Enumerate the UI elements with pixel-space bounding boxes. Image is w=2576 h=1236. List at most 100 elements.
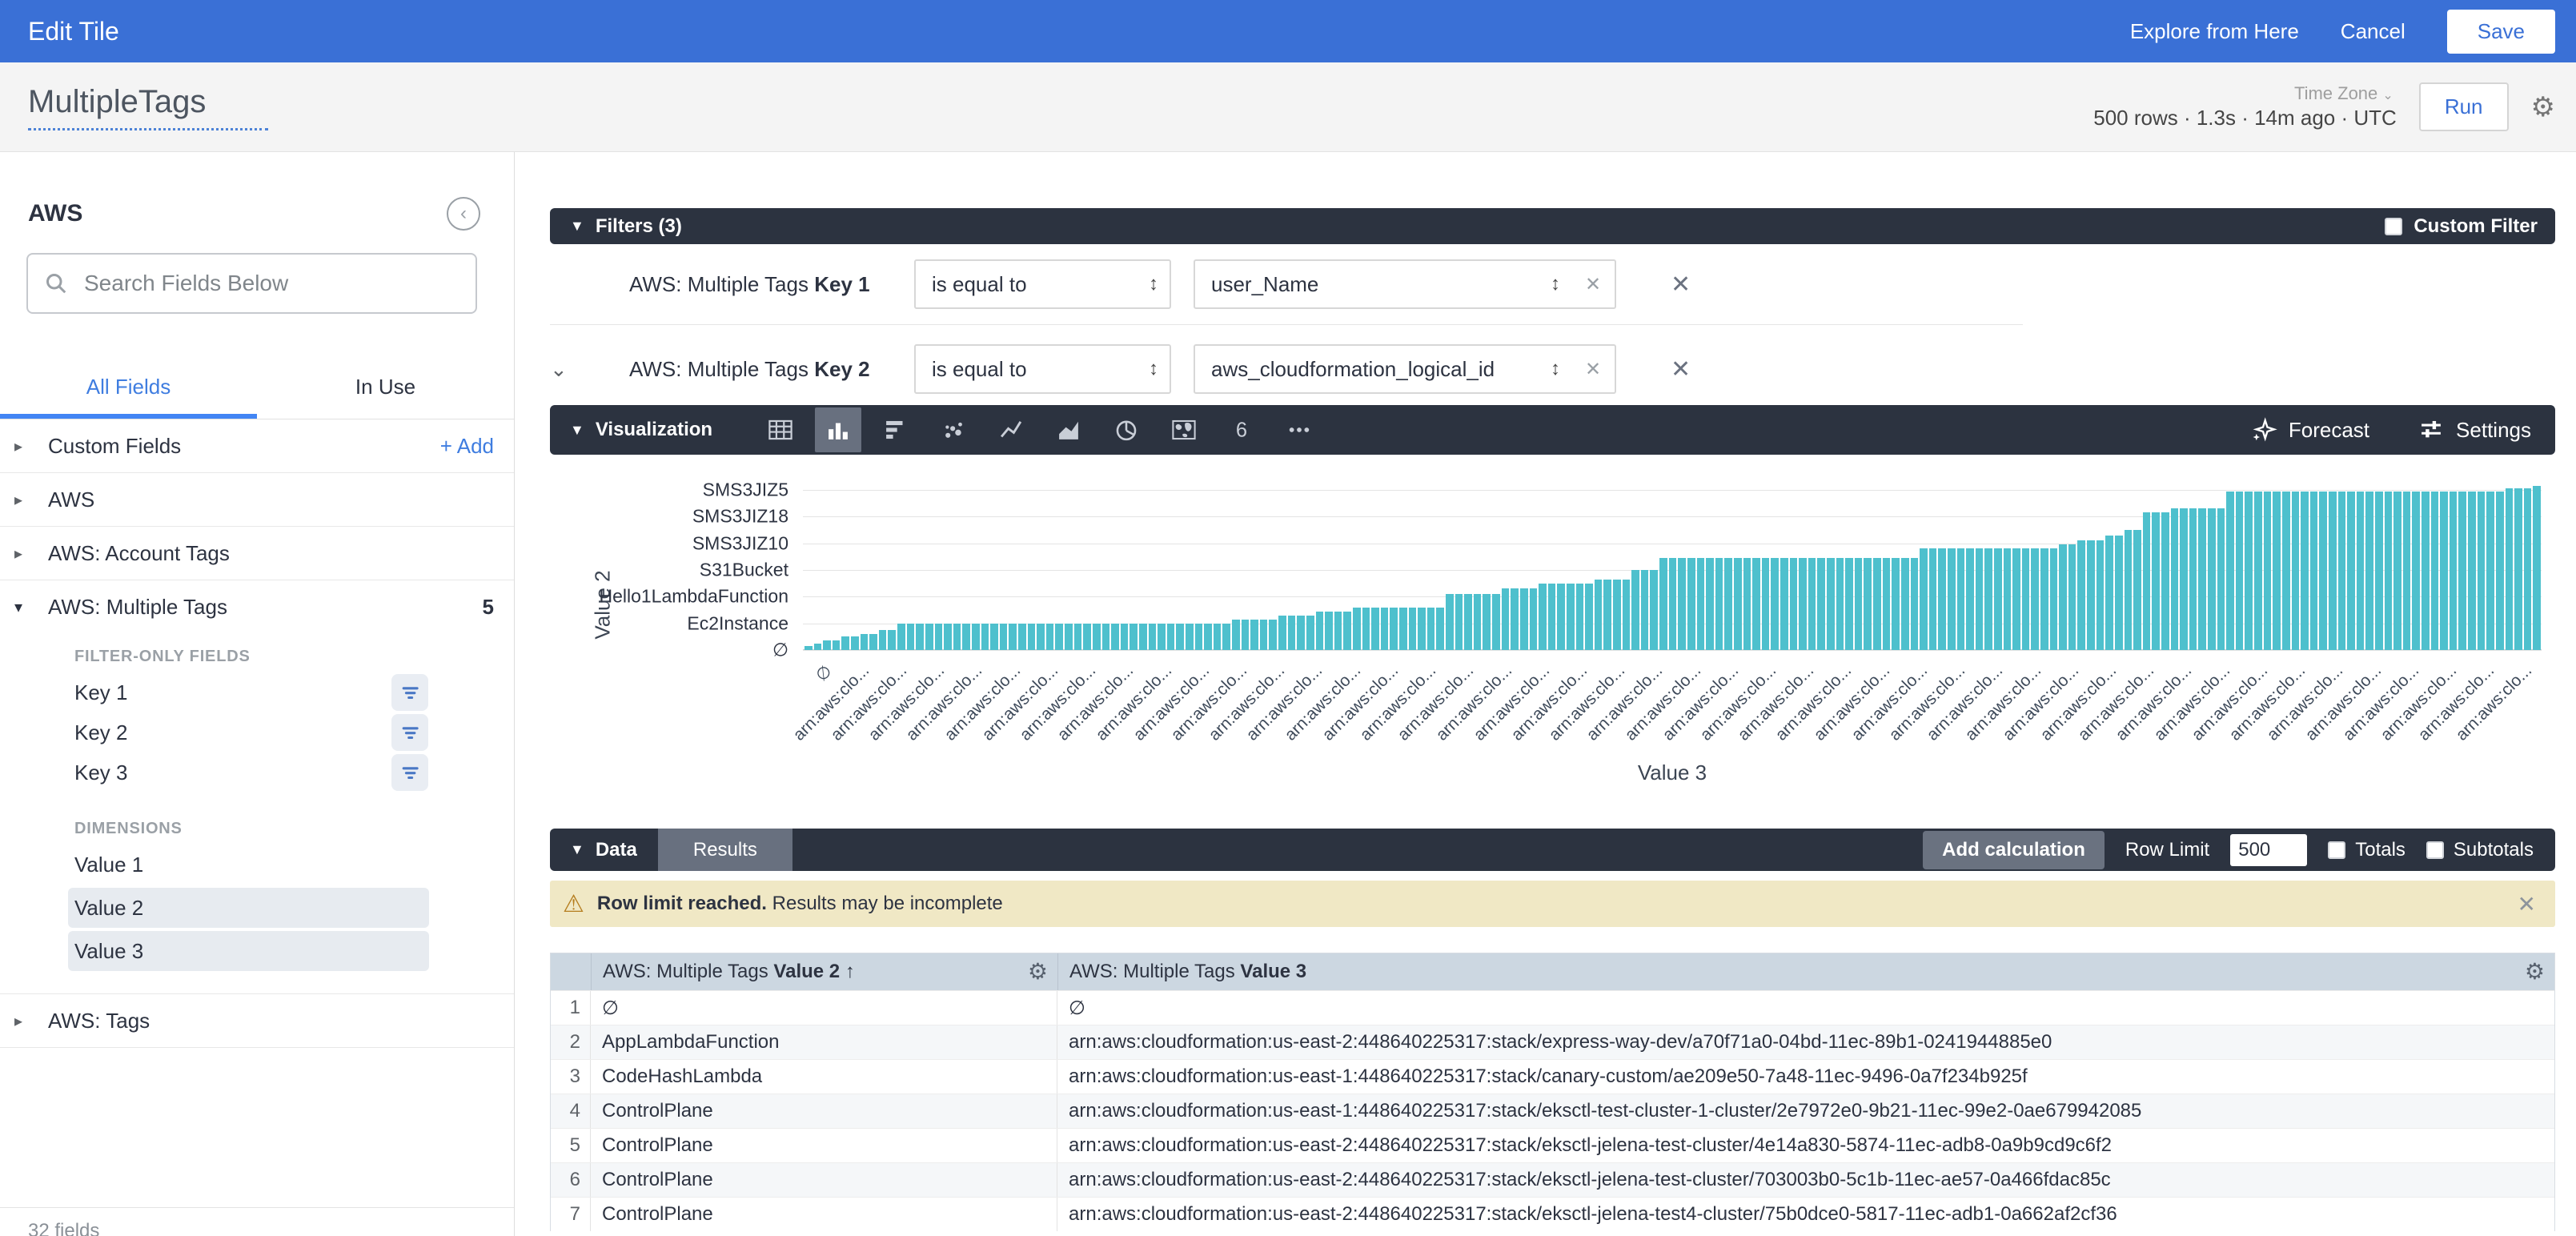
chart-bar: [1557, 584, 1565, 650]
filters-section-header[interactable]: ▼ Filters (3) Custom Filter: [550, 208, 2555, 244]
sidebar-field-key-3[interactable]: Key 3: [0, 752, 514, 793]
chart-bar: [1530, 588, 1538, 650]
chart-bar: [1464, 594, 1472, 650]
dimension-label: Value 3: [74, 939, 143, 964]
custom-filter-label: Custom Filter: [2413, 215, 2538, 238]
chart-bar: [2068, 544, 2076, 650]
cell-value2[interactable]: AppLambdaFunction: [591, 1025, 1057, 1059]
tab-results[interactable]: Results: [658, 829, 792, 871]
clear-filter-value-button[interactable]: ✕: [1571, 259, 1616, 309]
row-limit-input[interactable]: [2230, 834, 2307, 866]
viz-type-more-icon[interactable]: [1276, 407, 1322, 452]
viz-type-map-icon[interactable]: [1161, 407, 1207, 452]
chart-bar: [2393, 492, 2401, 650]
chart-bar: [1790, 558, 1798, 650]
cell-value2[interactable]: ControlPlane: [591, 1163, 1057, 1197]
settings-button[interactable]: Settings: [2418, 416, 2531, 443]
cell-value3[interactable]: arn:aws:cloudformation:us-east-2:4486402…: [1057, 1198, 2554, 1231]
cell-value2[interactable]: CodeHashLambda: [591, 1060, 1057, 1094]
cell-value2[interactable]: ∅: [591, 991, 1057, 1025]
data-section-header[interactable]: ▼ Data Results Add calculation Row Limit…: [550, 829, 2555, 871]
tab-all-fields[interactable]: All Fields: [0, 363, 257, 419]
remove-filter-button[interactable]: ✕: [1671, 271, 1691, 299]
visualization-title: Visualization: [596, 419, 712, 441]
timezone-dropdown[interactable]: Time Zone ⌄: [2294, 83, 2393, 104]
subtotals-checkbox[interactable]: [2426, 841, 2444, 859]
add-custom-field-button[interactable]: + Add: [440, 434, 494, 459]
cell-value3[interactable]: arn:aws:cloudformation:us-east-2:4486402…: [1057, 1163, 2554, 1197]
data-title: Data: [596, 839, 637, 861]
totals-checkbox[interactable]: [2328, 841, 2345, 859]
chart-bar: [2403, 492, 2411, 650]
cell-value3[interactable]: arn:aws:cloudformation:us-east-2:4486402…: [1057, 1129, 2554, 1162]
filter-field-button[interactable]: [391, 674, 428, 711]
cell-value3[interactable]: ∅: [1057, 991, 2554, 1025]
explore-from-here-button[interactable]: Explore from Here: [2130, 19, 2299, 44]
query-title[interactable]: MultipleTags: [28, 84, 268, 130]
filter-value-select[interactable]: user_Name↕: [1194, 259, 1573, 309]
y-tick-label: SMS3JIZ10: [692, 533, 788, 555]
cell-value2[interactable]: ControlPlane: [591, 1198, 1057, 1231]
cell-value3[interactable]: arn:aws:cloudformation:us-east-2:4486402…: [1057, 1025, 2554, 1059]
viz-type-line-icon[interactable]: [988, 407, 1034, 452]
gear-icon[interactable]: ⚙: [2531, 94, 2555, 121]
filter-icon: [399, 722, 420, 743]
sidebar-dimension-value-1[interactable]: Value 1: [68, 845, 429, 885]
column-gear-icon[interactable]: ⚙: [2525, 961, 2545, 983]
sidebar-group-account-tags[interactable]: ▸ AWS: Account Tags: [0, 527, 514, 580]
viz-type-bar-icon[interactable]: [873, 407, 919, 452]
chart-bar: [1139, 624, 1147, 650]
field-search-box[interactable]: [26, 253, 477, 314]
column-header-value3[interactable]: AWS: Multiple Tags Value 3 ⚙: [1058, 953, 2554, 990]
run-button[interactable]: Run: [2419, 82, 2509, 131]
save-button[interactable]: Save: [2447, 10, 2555, 54]
visualization-section-header[interactable]: ▼ Visualization 6 Forecast Settings: [550, 405, 2555, 455]
collapse-sidebar-button[interactable]: ‹: [447, 197, 480, 231]
viz-type-column-icon[interactable]: [815, 407, 861, 452]
cell-value2[interactable]: ControlPlane: [591, 1094, 1057, 1128]
cell-value3[interactable]: arn:aws:cloudformation:us-east-1:4486402…: [1057, 1094, 2554, 1128]
filter-operator-select[interactable]: is equal to↕: [914, 344, 1171, 394]
cell-value3[interactable]: arn:aws:cloudformation:us-east-1:4486402…: [1057, 1060, 2554, 1094]
viz-type-scatter-icon[interactable]: [930, 407, 977, 452]
chart-bar: [1659, 558, 1667, 650]
updown-arrows-icon: ↕: [1538, 358, 1560, 380]
clear-filter-value-button[interactable]: ✕: [1571, 344, 1616, 394]
edit-tile-window: Edit Tile Explore from Here Cancel Save …: [0, 0, 2576, 1236]
column-chart: Value 2 SMS3JIZ5SMS3JIZ18SMS3JIZ10S31Buc…: [550, 455, 2555, 829]
column-header-value2[interactable]: AWS: Multiple Tags Value 2 ↑ ⚙: [592, 953, 1058, 990]
chart-bar: [2004, 548, 2012, 650]
viz-type-area-icon[interactable]: [1045, 407, 1092, 452]
filter-operator-select[interactable]: is equal to↕: [914, 259, 1171, 309]
chart-bar: [1883, 558, 1891, 650]
viz-type-table-icon[interactable]: [757, 407, 804, 452]
sidebar-field-key-2[interactable]: Key 2: [0, 712, 514, 752]
y-tick-label: S31Bucket: [700, 560, 788, 581]
sidebar-dimension-value-2[interactable]: Value 2: [68, 888, 429, 928]
chart-bar: [1576, 584, 1584, 650]
filter-field-button[interactable]: [391, 714, 428, 751]
viz-type-single-value-icon[interactable]: 6: [1218, 407, 1265, 452]
column-gear-icon[interactable]: ⚙: [1028, 961, 1048, 983]
filter-value-select[interactable]: aws_cloudformation_logical_id↕: [1194, 344, 1573, 394]
close-icon[interactable]: ✕: [2518, 891, 2536, 917]
sidebar-group-custom-fields[interactable]: ▸ Custom Fields + Add: [0, 419, 514, 473]
sidebar-group-aws[interactable]: ▸ AWS: [0, 473, 514, 527]
search-input[interactable]: [82, 270, 459, 297]
cancel-button[interactable]: Cancel: [2341, 19, 2405, 44]
sidebar-tabs: All Fields In Use: [0, 363, 514, 419]
chart-bar: [1715, 558, 1723, 650]
sidebar-field-key-1[interactable]: Key 1: [0, 672, 514, 712]
sidebar-group-tags[interactable]: ▸ AWS: Tags: [0, 994, 514, 1048]
remove-filter-button[interactable]: ✕: [1671, 355, 1691, 383]
sidebar-dimension-value-3[interactable]: Value 3: [68, 931, 429, 971]
chevron-down-icon[interactable]: ⌄: [550, 357, 574, 382]
cell-value2[interactable]: ControlPlane: [591, 1129, 1057, 1162]
custom-filter-checkbox[interactable]: [2385, 218, 2402, 235]
filter-field-button[interactable]: [391, 754, 428, 791]
sidebar-group-multiple-tags[interactable]: ▾ AWS: Multiple Tags 5: [0, 580, 514, 633]
viz-type-pie-icon[interactable]: [1103, 407, 1150, 452]
forecast-button[interactable]: Forecast: [2250, 416, 2369, 443]
tab-in-use[interactable]: In Use: [257, 363, 514, 419]
add-calculation-button[interactable]: Add calculation: [1923, 831, 2105, 869]
